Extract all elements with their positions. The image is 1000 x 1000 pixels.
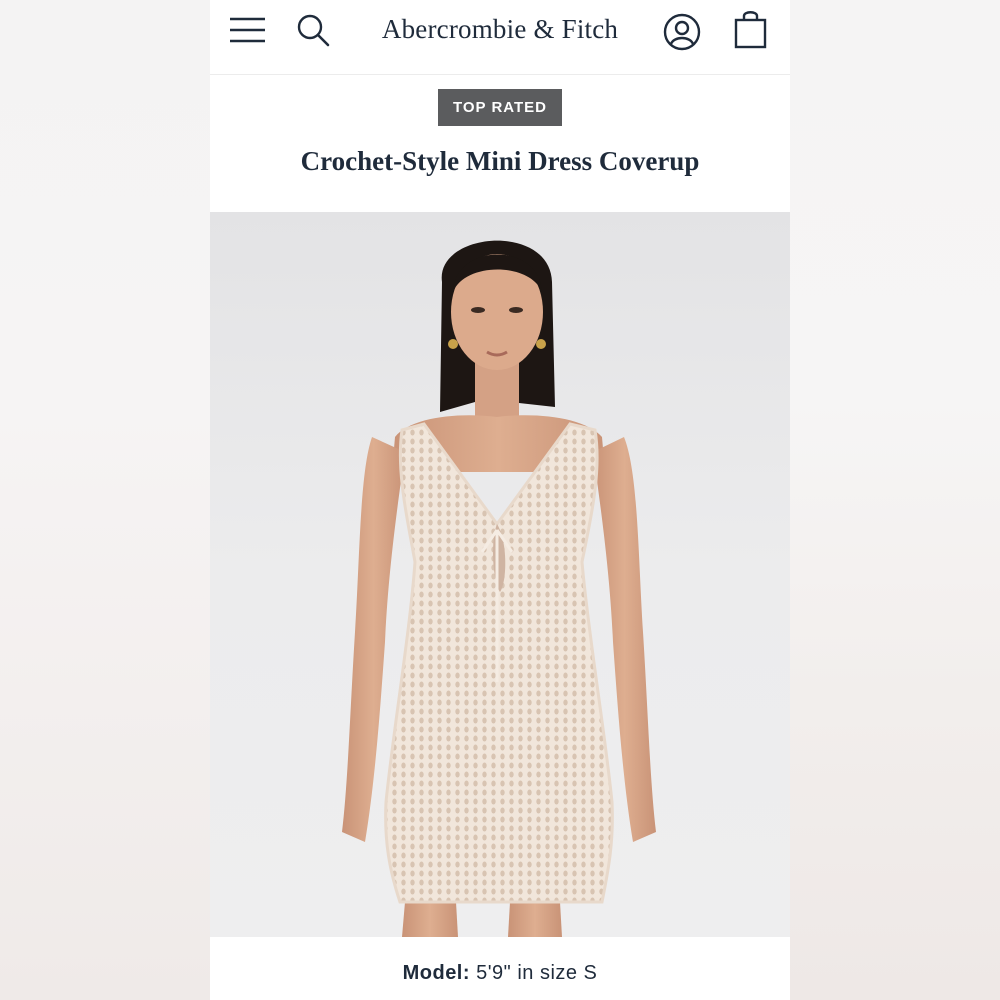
product-image[interactable] <box>210 212 790 937</box>
mobile-page: Abercrombie & Fitch TOP RATED Crochet-St… <box>210 0 790 1000</box>
top-rated-badge: TOP RATED <box>437 89 562 126</box>
hamburger-menu-icon[interactable] <box>228 12 268 48</box>
left-backdrop <box>0 0 210 1000</box>
badge-row: TOP RATED <box>210 89 790 126</box>
model-size-info: Model: 5'9" in size S <box>210 962 790 985</box>
search-icon[interactable] <box>296 12 332 48</box>
brand-logo[interactable]: Abercrombie & Fitch <box>350 14 650 50</box>
product-title: Crochet-Style Mini Dress Coverup <box>300 146 700 176</box>
model-label: Model: <box>402 962 471 984</box>
model-size-value: 5'9" in size S <box>476 962 598 984</box>
site-header: Abercrombie & Fitch <box>210 0 790 75</box>
right-backdrop <box>790 0 1000 1000</box>
account-icon[interactable] <box>662 12 702 52</box>
shopping-bag-icon[interactable] <box>732 8 770 50</box>
